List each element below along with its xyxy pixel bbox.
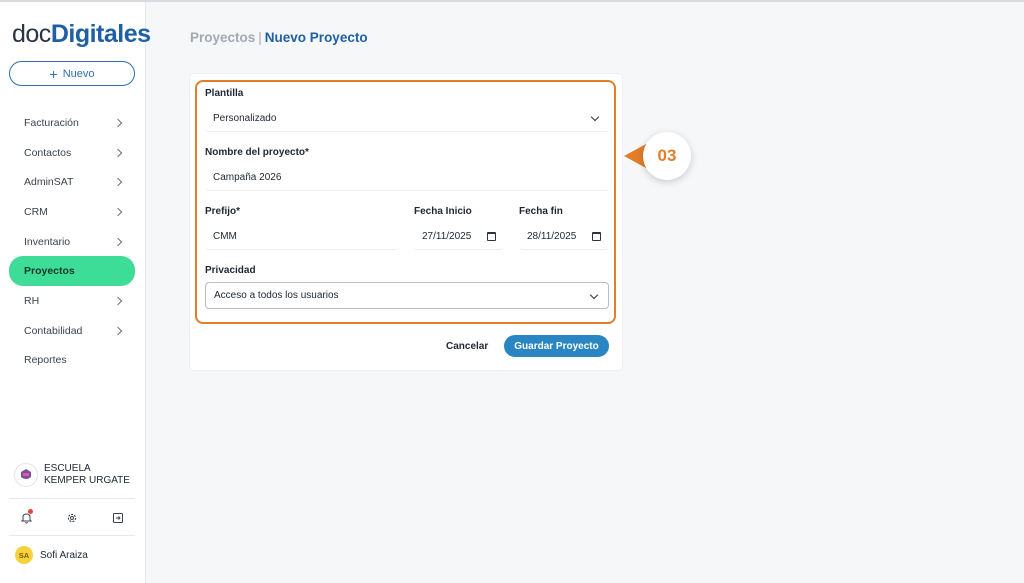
new-button-label: Nuevo	[62, 67, 95, 80]
chevron-right-icon	[113, 148, 123, 157]
organization-name: ESCUELA KEMPER URGATE	[44, 463, 130, 486]
chevron-right-icon	[113, 326, 123, 335]
page-title: Nuevo Proyecto	[264, 30, 368, 45]
settings-button[interactable]	[60, 508, 84, 528]
chevron-right-icon	[113, 118, 123, 128]
sidebar-item-contactos[interactable]: Contactos	[9, 138, 135, 168]
notifications-button[interactable]	[14, 508, 38, 528]
brand-logo-part2: Digitales	[50, 20, 151, 48]
brand-logo-part1: doc	[12, 20, 51, 48]
organization-switcher[interactable]: ESCUELA KEMPER URGATE	[14, 463, 132, 487]
sidebar-item-label: Reportes	[24, 354, 67, 367]
sidebar-item-crm[interactable]: CRM	[9, 197, 135, 227]
sidebar-item-label: Facturación	[24, 116, 79, 129]
chevron-right-icon	[113, 296, 123, 306]
organization-logo-icon	[14, 463, 38, 487]
chevron-right-icon	[113, 177, 123, 187]
gear-icon	[67, 513, 77, 523]
logout-icon	[113, 513, 123, 523]
sidebar-item-label: Contabilidad	[24, 324, 83, 337]
breadcrumb-separator: |	[258, 30, 262, 45]
divider	[9, 535, 135, 536]
sidebar-actions	[14, 508, 130, 528]
chevron-right-icon	[113, 237, 123, 246]
breadcrumb-parent[interactable]: Proyectos	[190, 30, 255, 45]
sidebar-item-label: Contactos	[24, 146, 72, 159]
sidebar-nav: Facturación Contactos AdminSAT CRM Inven…	[9, 108, 135, 375]
cancel-button[interactable]: Cancelar	[446, 336, 488, 356]
step-badge: 03	[643, 132, 691, 180]
sidebar-item-rh[interactable]: RH	[9, 286, 135, 316]
sidebar-item-proyectos[interactable]: Proyectos	[9, 256, 135, 287]
top-border	[0, 0, 1024, 2]
avatar: SA	[15, 546, 33, 564]
sidebar-item-label: Proyectos	[24, 265, 75, 278]
divider	[9, 498, 135, 499]
save-project-button[interactable]: Guardar Proyecto	[504, 335, 609, 357]
sidebar-item-label: AdminSAT	[24, 176, 74, 189]
sidebar-item-inventario[interactable]: Inventario	[9, 227, 135, 257]
chevron-right-icon	[113, 207, 123, 217]
brand-logo[interactable]: docDigitales	[12, 20, 151, 49]
notification-dot	[28, 509, 33, 514]
breadcrumb: Proyectos | Nuevo Proyecto	[190, 30, 368, 45]
user-name: Sofi Araiza	[40, 549, 88, 561]
sidebar-item-reportes[interactable]: Reportes	[9, 346, 135, 376]
sidebar-item-label: CRM	[24, 205, 48, 218]
new-button[interactable]: + Nuevo	[9, 61, 135, 86]
step-highlight-frame	[195, 80, 616, 324]
sidebar: docDigitales + Nuevo Facturación Contact…	[0, 2, 151, 583]
user-profile[interactable]: SA Sofi Araiza	[15, 546, 88, 564]
sidebar-item-facturacion[interactable]: Facturación	[9, 108, 135, 138]
sidebar-item-contabilidad[interactable]: Contabilidad	[9, 316, 135, 346]
sidebar-item-label: Inventario	[24, 235, 71, 248]
sidebar-item-adminsat[interactable]: AdminSAT	[9, 167, 135, 197]
logout-button[interactable]	[106, 508, 130, 528]
plus-icon: +	[49, 65, 58, 82]
sidebar-item-label: RH	[24, 294, 40, 307]
